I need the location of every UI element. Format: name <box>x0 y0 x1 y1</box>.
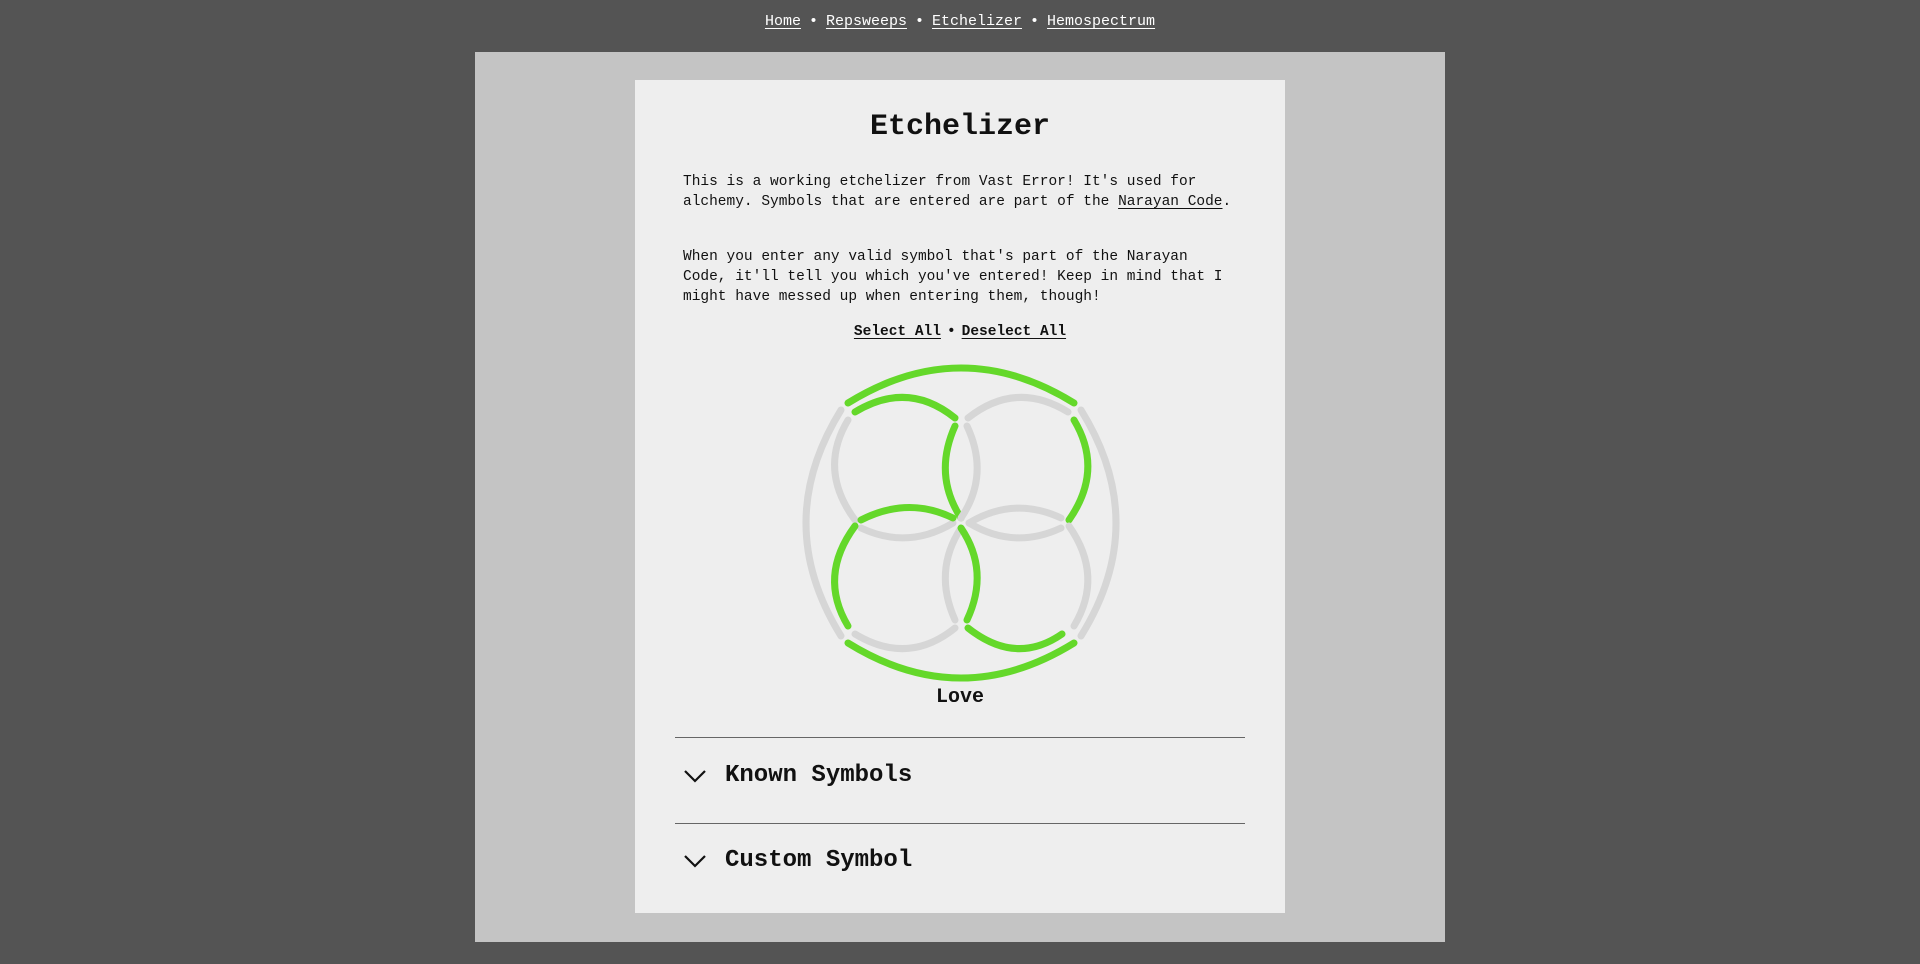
segment-bl-bottom[interactable] <box>851 624 959 653</box>
content-card: Etchelizer This is a working etchelizer … <box>635 80 1285 913</box>
segment-bl-left[interactable] <box>831 522 859 630</box>
segment-tr-left[interactable] <box>957 422 981 522</box>
nav-link-repsweeps[interactable]: Repsweeps <box>826 13 907 30</box>
symbol-name: Love <box>935 686 984 709</box>
segment-tr-right[interactable] <box>1065 416 1092 524</box>
page-title: Etchelizer <box>869 110 1051 144</box>
segment-tr-bottom[interactable] <box>965 519 1065 542</box>
segment-br-top[interactable] <box>965 504 1065 527</box>
deselect-all-link[interactable]: Deselect All <box>962 324 1066 340</box>
selection-separator: • <box>946 324 956 340</box>
segment-bl-right[interactable] <box>941 524 965 624</box>
custom-symbol-toggle[interactable]: Custom Symbol <box>683 840 1243 880</box>
custom-symbol-label: Custom Symbol <box>725 846 913 874</box>
known-symbols-label: Known Symbols <box>725 761 913 789</box>
nav-link-hemospectrum[interactable]: Hemospectrum <box>1047 13 1155 30</box>
nav-separator: • <box>808 13 818 30</box>
segment-bl-top[interactable] <box>857 504 957 524</box>
divider <box>675 823 1245 824</box>
chevron-down-icon <box>684 770 706 783</box>
nav-link-etchelizer[interactable]: Etchelizer <box>932 13 1022 30</box>
instructions-paragraph: When you enter any valid symbol that's p… <box>683 249 1223 305</box>
top-nav: Home • Repsweeps • Etchelizer • Hemospectrum <box>0 13 1920 30</box>
narayan-code-link[interactable]: Narayan Code <box>1118 194 1222 210</box>
intro-text-end: . <box>1222 194 1232 210</box>
page-frame: Etchelizer This is a working etchelizer … <box>475 52 1445 942</box>
intro-paragraph: This is a working etchelizer from Vast E… <box>683 172 1238 212</box>
segment-tl-left[interactable] <box>831 416 859 524</box>
segment-br-left[interactable] <box>957 524 981 624</box>
chevron-down-icon <box>684 855 706 868</box>
segment-br-bottom[interactable] <box>964 624 1066 653</box>
segment-tl-right[interactable] <box>941 422 965 522</box>
segment-br-right[interactable] <box>1065 522 1092 630</box>
nav-separator: • <box>1030 13 1040 30</box>
etchelizer-glyph <box>802 364 1120 682</box>
segment-tl-bottom[interactable] <box>857 519 957 542</box>
nav-separator: • <box>914 13 924 30</box>
selection-controls: Select All • Deselect All <box>635 324 1285 340</box>
divider <box>675 737 1245 738</box>
select-all-link[interactable]: Select All <box>854 324 941 340</box>
segment-tl-top[interactable] <box>851 393 959 422</box>
segment-tr-top[interactable] <box>964 393 1072 422</box>
nav-link-home[interactable]: Home <box>765 13 801 30</box>
known-symbols-toggle[interactable]: Known Symbols <box>683 755 1243 795</box>
